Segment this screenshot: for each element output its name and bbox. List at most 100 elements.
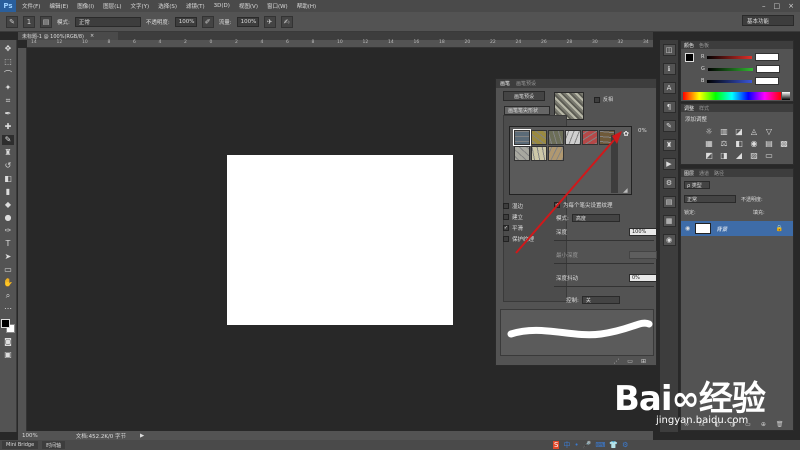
brush-panel-toggle-icon[interactable]: ▤ <box>40 15 52 28</box>
selective-color-icon[interactable]: ▨ <box>749 151 759 160</box>
tab-layers[interactable]: 图层 <box>684 170 694 177</box>
texture-swatch[interactable] <box>531 146 547 161</box>
hand-tool-icon[interactable]: ✋ <box>2 278 14 288</box>
status-menu-arrow-icon[interactable]: ▶ <box>140 433 144 439</box>
menu-file[interactable]: 文件(F) <box>22 2 40 10</box>
brightness-contrast-icon[interactable]: ☼ <box>704 127 714 136</box>
opacity-input[interactable]: 100% <box>174 16 197 27</box>
texture-swatch[interactable] <box>513 129 531 146</box>
resize-handle-icon[interactable]: ◢ <box>623 187 630 194</box>
eraser-tool-icon[interactable]: ◧ <box>2 174 14 184</box>
zoom-level[interactable]: 100% <box>22 433 38 439</box>
color-spectrum-bar[interactable] <box>683 92 781 100</box>
maximize-button[interactable]: □ <box>774 2 781 10</box>
texture-mode-select[interactable]: 高度 <box>571 214 620 222</box>
airbrush-icon[interactable]: ✈ <box>263 15 276 28</box>
texture-swatch[interactable] <box>548 146 564 161</box>
menu-filter[interactable]: 滤镜(T) <box>186 2 205 10</box>
layer-comps-panel-icon[interactable]: ▤ <box>662 196 676 208</box>
tab-timeline[interactable]: 时间轴 <box>42 441 66 449</box>
tab-brush-presets[interactable]: 画笔预设 <box>516 80 536 87</box>
color-balance-icon[interactable]: ⚖ <box>719 139 729 148</box>
dodge-tool-icon[interactable]: ● <box>2 213 14 223</box>
foreground-color[interactable] <box>1 319 10 328</box>
wet-edges-checkbox[interactable] <box>503 203 509 209</box>
type-tool-icon[interactable]: T <box>2 239 14 249</box>
brush-panel-icon[interactable]: ✎ <box>662 120 676 132</box>
green-slider-row[interactable]: G <box>701 65 780 73</box>
menu-help[interactable]: 帮助(H) <box>297 2 316 10</box>
properties-panel-icon[interactable]: ℹ <box>662 63 676 75</box>
menu-view[interactable]: 视图(V) <box>239 2 258 10</box>
menu-3d[interactable]: 3D(D) <box>214 3 230 9</box>
brush-presets-button[interactable]: 画笔预设 <box>503 91 545 101</box>
mode-select[interactable]: 正常 <box>74 16 141 27</box>
protect-texture-checkbox[interactable] <box>503 236 509 242</box>
levels-icon[interactable]: ▥ <box>719 127 729 136</box>
screen-mode-icon[interactable]: ▣ <box>2 350 14 360</box>
texture-picker-scrollbar[interactable] <box>611 135 618 193</box>
depth-value-field[interactable]: 100% <box>629 228 657 236</box>
color-swatches[interactable] <box>1 319 15 333</box>
depth-jitter-slider[interactable] <box>554 286 654 287</box>
tab-brush[interactable]: 画笔 <box>500 80 510 87</box>
green-value-field[interactable] <box>755 65 780 73</box>
menu-edit[interactable]: 编辑(E) <box>49 2 68 10</box>
tab-styles[interactable]: 样式 <box>699 105 709 112</box>
tab-mini-bridge[interactable]: Mini Bridge <box>2 441 39 449</box>
tab-color[interactable]: 颜色 <box>684 42 694 49</box>
zoom-tool-icon[interactable]: ⌕ <box>2 291 14 301</box>
quick-select-tool-icon[interactable]: ✦ <box>2 83 14 93</box>
layer-name[interactable]: 背景 <box>716 225 727 233</box>
minimize-button[interactable]: – <box>762 2 766 10</box>
path-select-tool-icon[interactable]: ➤ <box>2 252 14 262</box>
shape-tool-icon[interactable]: ▭ <box>2 265 14 275</box>
layer-blend-mode-select[interactable]: 正常 <box>684 195 736 203</box>
invert-option[interactable]: 反相 <box>594 96 613 103</box>
actions-panel-icon[interactable]: ▶ <box>662 158 676 170</box>
brush-tip-shape-item[interactable]: 画笔笔尖形状 <box>504 106 550 115</box>
smoothing-option[interactable]: ✓ 平滑 <box>503 224 523 232</box>
texture-swatch[interactable] <box>514 146 530 161</box>
ime-voice-icon[interactable]: 🎤 <box>583 441 592 449</box>
color-lookup-icon[interactable]: ▩ <box>779 139 789 148</box>
eyedropper-tool-icon[interactable]: ✒ <box>2 109 14 119</box>
history-brush-tool-icon[interactable]: ↺ <box>2 161 14 171</box>
blue-slider-row[interactable]: B <box>701 77 780 85</box>
control-select[interactable]: 关 <box>581 296 620 304</box>
texture-swatch[interactable] <box>565 130 581 145</box>
pressure-opacity-icon[interactable]: ✐ <box>201 15 214 28</box>
build-up-option[interactable]: 建立 <box>503 213 523 221</box>
more-tools-icon[interactable]: ⋯ <box>2 304 14 314</box>
gradient-tool-icon[interactable]: ▮ <box>2 187 14 197</box>
texture-each-tip-checkbox[interactable]: ✓ <box>554 202 560 208</box>
color-panel-foreground[interactable] <box>685 53 694 62</box>
tab-swatches[interactable]: 色板 <box>699 42 709 49</box>
blur-tool-icon[interactable]: ◆ <box>2 200 14 210</box>
depth-slider[interactable] <box>554 240 654 241</box>
hue-saturation-icon[interactable]: ▦ <box>704 139 714 148</box>
layer-row-background[interactable]: ◉ 背景 🔒 <box>681 221 793 236</box>
menu-select[interactable]: 选择(S) <box>158 2 177 10</box>
ime-keyboard-icon[interactable]: ⌨ <box>595 441 605 449</box>
lasso-tool-icon[interactable]: ⌒ <box>2 70 14 80</box>
brush-size-picker[interactable]: 1 <box>23 15 35 28</box>
pressure-size-icon[interactable]: ✍ <box>280 15 293 28</box>
move-tool-icon[interactable]: ✥ <box>2 44 14 54</box>
quick-mask-icon[interactable]: ◙ <box>2 337 14 347</box>
info-panel-icon[interactable]: ◉ <box>662 234 676 246</box>
stamp-tool-icon[interactable]: ♜ <box>2 148 14 158</box>
navigator-panel-icon[interactable]: ▦ <box>662 215 676 227</box>
brush-tool-preset-icon[interactable]: ✎ <box>6 15 18 28</box>
texture-each-tip-option[interactable]: ✓ 为每个笔尖设置纹理 <box>554 201 613 209</box>
crop-tool-icon[interactable]: ⌗ <box>2 96 14 106</box>
marquee-tool-icon[interactable]: ⬚ <box>2 57 14 67</box>
exposure-icon[interactable]: ◬ <box>749 127 759 136</box>
invert-checkbox[interactable] <box>594 96 600 103</box>
red-slider[interactable] <box>707 55 753 59</box>
close-button[interactable]: × <box>788 2 794 10</box>
menu-image[interactable]: 图像(I) <box>77 2 94 10</box>
flow-input[interactable]: 100% <box>236 16 259 27</box>
menu-layer[interactable]: 图层(L) <box>103 2 121 10</box>
workspace-select[interactable]: 基本功能 <box>742 15 794 26</box>
